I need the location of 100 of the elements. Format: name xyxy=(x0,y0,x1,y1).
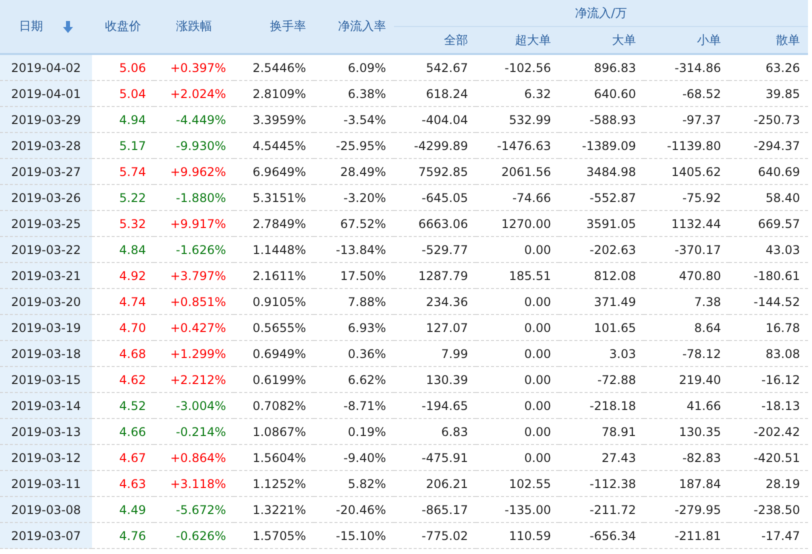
table-cell: -420.51 xyxy=(729,444,808,470)
date-cell: 2019-03-25 xyxy=(0,210,92,236)
price-cell: 4.62 xyxy=(92,366,154,392)
column-header[interactable]: 日期 xyxy=(19,18,43,35)
table-cell: 28.19 xyxy=(729,470,808,496)
date-cell: 2019-03-14 xyxy=(0,392,92,418)
price-cell: 4.76 xyxy=(92,522,154,548)
table-cell: -72.88 xyxy=(559,366,644,392)
change-cell: -0.214% xyxy=(154,418,234,444)
table-cell: 0.00 xyxy=(476,236,559,262)
table-cell: -202.42 xyxy=(729,418,808,444)
change-cell: +3.797% xyxy=(154,262,234,288)
table-cell: -68.52 xyxy=(644,80,729,106)
table-cell: 58.40 xyxy=(729,184,808,210)
change-cell: +0.851% xyxy=(154,288,234,314)
table-cell: 1.5604% xyxy=(234,444,314,470)
table-cell: 6.9649% xyxy=(234,158,314,184)
table-cell: 640.69 xyxy=(729,158,808,184)
table-cell: 7.38 xyxy=(644,288,729,314)
change-cell: +2.212% xyxy=(154,366,234,392)
date-cell: 2019-03-20 xyxy=(0,288,92,314)
table-cell: 5.3151% xyxy=(234,184,314,210)
table-cell: -4299.89 xyxy=(394,132,476,158)
table-cell: 0.00 xyxy=(476,418,559,444)
table-cell: 0.6199% xyxy=(234,366,314,392)
table-cell: 1.5705% xyxy=(234,522,314,548)
table-cell: 0.00 xyxy=(476,366,559,392)
table-cell: 0.9105% xyxy=(234,288,314,314)
table-cell: 618.24 xyxy=(394,80,476,106)
table-cell: 7.88% xyxy=(314,288,394,314)
table-cell: -211.81 xyxy=(644,522,729,548)
date-cell: 2019-03-15 xyxy=(0,366,92,392)
price-cell: 5.04 xyxy=(92,80,154,106)
table-cell: 206.21 xyxy=(394,470,476,496)
table-cell: 6.83 xyxy=(394,418,476,444)
table-cell: 1.1448% xyxy=(234,236,314,262)
price-cell: 4.49 xyxy=(92,496,154,522)
table-cell: -1139.80 xyxy=(644,132,729,158)
date-cell: 2019-03-21 xyxy=(0,262,92,288)
table-cell: 1132.44 xyxy=(644,210,729,236)
column-header[interactable]: 收盘价 xyxy=(105,18,141,35)
column-header[interactable]: 涨跌幅 xyxy=(176,18,212,35)
table-cell: 0.19% xyxy=(314,418,394,444)
table-cell: 0.00 xyxy=(476,444,559,470)
table-cell: 0.36% xyxy=(314,340,394,366)
table-cell: -294.37 xyxy=(729,132,808,158)
table-cell: 130.39 xyxy=(394,366,476,392)
table-cell: -13.84% xyxy=(314,236,394,262)
date-cell: 2019-03-18 xyxy=(0,340,92,366)
table-cell: -194.65 xyxy=(394,392,476,418)
table-cell: -865.17 xyxy=(394,496,476,522)
date-cell: 2019-03-27 xyxy=(0,158,92,184)
table-cell: 16.78 xyxy=(729,314,808,340)
change-cell: -4.449% xyxy=(154,106,234,132)
table-cell: -645.05 xyxy=(394,184,476,210)
price-cell: 5.06 xyxy=(92,54,154,80)
table-cell: 185.51 xyxy=(476,262,559,288)
table-cell: -238.50 xyxy=(729,496,808,522)
table-cell: 6663.06 xyxy=(394,210,476,236)
table-cell: -202.63 xyxy=(559,236,644,262)
table-cell: -775.02 xyxy=(394,522,476,548)
table-cell: 6.09% xyxy=(314,54,394,80)
column-header: 超大单 xyxy=(515,32,551,46)
price-cell: 5.22 xyxy=(92,184,154,210)
change-cell: +0.427% xyxy=(154,314,234,340)
table-cell: 5.82% xyxy=(314,470,394,496)
table-cell: 0.5655% xyxy=(234,314,314,340)
table-cell: -20.46% xyxy=(314,496,394,522)
change-cell: -5.672% xyxy=(154,496,234,522)
price-cell: 4.63 xyxy=(92,470,154,496)
table-cell: 4.5445% xyxy=(234,132,314,158)
table-cell: 102.55 xyxy=(476,470,559,496)
table-cell: 43.03 xyxy=(729,236,808,262)
table-cell: 67.52% xyxy=(314,210,394,236)
column-header: 小单 xyxy=(697,32,721,46)
table-cell: 110.59 xyxy=(476,522,559,548)
table-cell: 27.43 xyxy=(559,444,644,470)
table-cell: -78.12 xyxy=(644,340,729,366)
column-header[interactable]: 净流入率 xyxy=(338,18,386,35)
table-cell: -25.95% xyxy=(314,132,394,158)
date-cell: 2019-03-08 xyxy=(0,496,92,522)
table-cell: 6.93% xyxy=(314,314,394,340)
column-header[interactable]: 换手率 xyxy=(270,18,306,35)
table-cell: -3.20% xyxy=(314,184,394,210)
table-cell: -552.87 xyxy=(559,184,644,210)
table-cell: 39.85 xyxy=(729,80,808,106)
table-cell: 0.00 xyxy=(476,340,559,366)
price-cell: 4.74 xyxy=(92,288,154,314)
price-cell: 4.92 xyxy=(92,262,154,288)
table-cell: 127.07 xyxy=(394,314,476,340)
column-group-header: 净流入/万 xyxy=(574,6,628,20)
table-cell: 1.1252% xyxy=(234,470,314,496)
table-cell: 3.3959% xyxy=(234,106,314,132)
table-cell: -102.56 xyxy=(476,54,559,80)
date-cell: 2019-03-22 xyxy=(0,236,92,262)
date-cell: 2019-04-01 xyxy=(0,80,92,106)
table-cell: -656.34 xyxy=(559,522,644,548)
table-cell: -211.72 xyxy=(559,496,644,522)
sort-down-arrow-icon[interactable] xyxy=(63,20,73,32)
table-cell: -82.83 xyxy=(644,444,729,470)
